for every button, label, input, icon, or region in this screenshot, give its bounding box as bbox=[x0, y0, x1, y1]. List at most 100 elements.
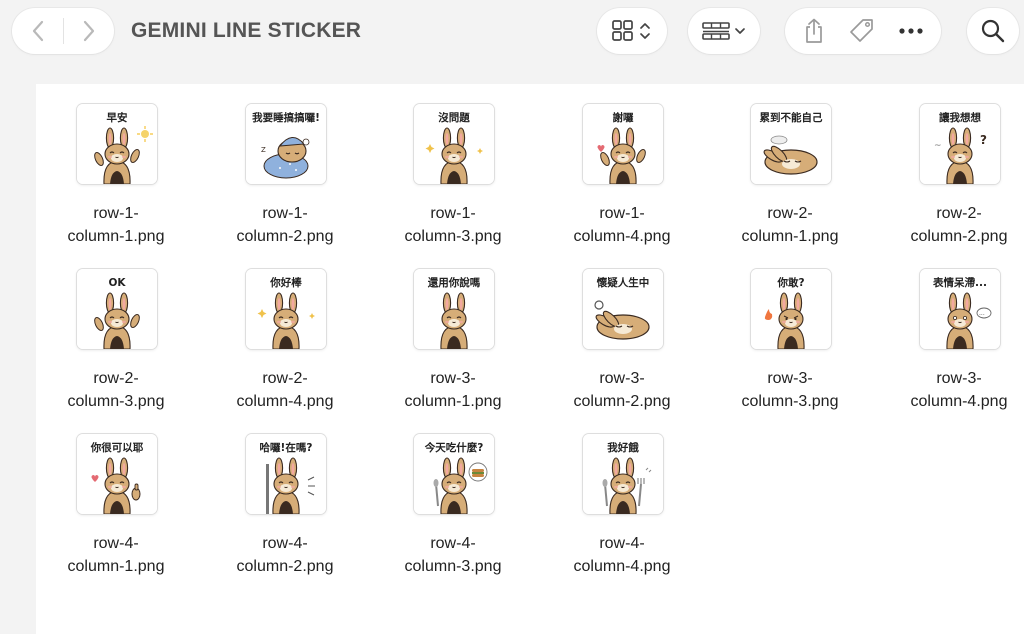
sticker-image: 沒問題 bbox=[414, 104, 494, 184]
sticker-caption: 你好棒 bbox=[269, 276, 302, 289]
sticker-caption: 讓我想想 bbox=[939, 111, 981, 124]
sticker-thumbnail[interactable]: ? ~ 讓我想想 bbox=[920, 104, 1000, 184]
view-mode-button[interactable] bbox=[597, 8, 667, 54]
file-name-line-2: column-4.png bbox=[236, 393, 334, 410]
sticker-image: ? ~ 讓我想想 bbox=[920, 104, 1000, 184]
sticker-image: 謝囉 bbox=[583, 104, 663, 184]
chevron-left-icon bbox=[32, 20, 43, 42]
sticker-thumbnail[interactable]: 沒問題 bbox=[414, 104, 494, 184]
search-icon bbox=[981, 19, 1005, 43]
file-name-line-1: row-1- bbox=[599, 205, 645, 222]
file-name-line-1: row-2- bbox=[262, 370, 308, 387]
file-name: row-1- column-1.png bbox=[36, 202, 196, 248]
sticker-caption: 還用你說嗎 bbox=[428, 276, 481, 289]
file-item[interactable]: 謝囉 row-1- column-4.png bbox=[542, 84, 702, 245]
sticker-thumbnail[interactable]: 謝囉 bbox=[583, 104, 663, 184]
sticker-thumbnail[interactable]: 哈囉!在嗎? bbox=[246, 434, 326, 514]
file-name: row-3- column-3.png bbox=[710, 367, 870, 413]
file-name-line-2: column-4.png bbox=[573, 558, 671, 575]
file-name-line-1: row-3- bbox=[936, 370, 982, 387]
file-item[interactable]: OK row-2- column-3.png bbox=[36, 249, 196, 410]
sticker-image: 你敢? bbox=[751, 269, 831, 349]
file-name: row-3- column-2.png bbox=[542, 367, 702, 413]
file-name-line-1: row-3- bbox=[599, 370, 645, 387]
sticker-caption: 今天吃什麼? bbox=[424, 441, 484, 454]
forward-button[interactable] bbox=[64, 8, 114, 54]
file-name: row-1- column-4.png bbox=[542, 202, 702, 248]
sticker-image: 今天吃什麼? bbox=[414, 434, 494, 514]
file-name: row-2- column-2.png bbox=[879, 202, 1024, 248]
sticker-image: 累到不能自己 bbox=[751, 104, 831, 184]
file-item[interactable]: 你敢? row-3- column-3.png bbox=[710, 249, 870, 410]
sticker-thumbnail[interactable]: 累到不能自己 bbox=[751, 104, 831, 184]
file-item[interactable]: 哈囉!在嗎? row-4- column-2.png bbox=[205, 414, 365, 575]
svg-text:?: ? bbox=[980, 133, 987, 147]
file-name: row-4- column-2.png bbox=[205, 532, 365, 578]
sticker-caption: 沒問題 bbox=[438, 111, 470, 124]
sticker-thumbnail[interactable]: 懷疑人生中 bbox=[583, 269, 663, 349]
file-item[interactable]: 早安 row-1- column-1.png bbox=[36, 84, 196, 245]
file-name: row-1- column-2.png bbox=[205, 202, 365, 248]
file-item[interactable]: 今天吃什麼? row-4- column-3.png bbox=[373, 414, 533, 575]
file-item[interactable]: 還用你說嗎 row-3- column-1.png bbox=[373, 249, 533, 410]
sticker-thumbnail[interactable]: OK bbox=[77, 269, 157, 349]
group-by-button[interactable] bbox=[688, 8, 760, 54]
file-name-line-2: column-2.png bbox=[910, 228, 1008, 245]
sticker-image: Z 我要睡搞搞囉! bbox=[246, 104, 326, 184]
search-button[interactable] bbox=[967, 8, 1019, 54]
sticker-thumbnail[interactable]: 我好餓 bbox=[583, 434, 663, 514]
file-name-line-1: row-1- bbox=[93, 205, 139, 222]
file-item[interactable]: 你很可以耶 row-4- column-1.png bbox=[36, 414, 196, 575]
file-name-line-2: column-1.png bbox=[404, 393, 502, 410]
icon-grid-view-icon bbox=[612, 20, 650, 41]
sticker-thumbnail[interactable]: 今天吃什麼? bbox=[414, 434, 494, 514]
sticker-caption: 我要睡搞搞囉! bbox=[252, 111, 320, 124]
sticker-image: 早安 bbox=[77, 104, 157, 184]
sticker-caption: 你很可以耶 bbox=[90, 441, 144, 454]
file-name-line-2: column-1.png bbox=[67, 558, 165, 575]
sticker-caption: 我好餓 bbox=[607, 441, 639, 454]
file-name-line-2: column-3.png bbox=[67, 393, 165, 410]
sticker-image: 你好棒 bbox=[246, 269, 326, 349]
navigation-controls bbox=[12, 8, 114, 54]
sticker-thumbnail[interactable]: Z 我要睡搞搞囉! bbox=[246, 104, 326, 184]
file-name-line-1: row-1- bbox=[262, 205, 308, 222]
file-name: row-4- column-1.png bbox=[36, 532, 196, 578]
file-name: row-3- column-1.png bbox=[373, 367, 533, 413]
file-name-line-2: column-2.png bbox=[236, 228, 334, 245]
actions-group bbox=[785, 8, 941, 54]
sticker-caption: 你敢? bbox=[776, 276, 804, 289]
file-item[interactable]: Z 我要睡搞搞囉! row-1- column-2.png bbox=[205, 84, 365, 245]
file-item[interactable]: ... 表情呆滯... row-3- column-4.png bbox=[879, 249, 1024, 410]
sticker-image: 還用你說嗎 bbox=[414, 269, 494, 349]
file-item[interactable]: ? ~ 讓我想想 row-2- column-2.png bbox=[879, 84, 1024, 245]
file-item[interactable]: 懷疑人生中 row-3- column-2.png bbox=[542, 249, 702, 410]
tags-button[interactable] bbox=[848, 17, 876, 45]
sticker-thumbnail[interactable]: 你很可以耶 bbox=[77, 434, 157, 514]
sticker-thumbnail[interactable]: 你好棒 bbox=[246, 269, 326, 349]
sticker-caption: 累到不能自己 bbox=[760, 111, 823, 124]
more-actions-button[interactable] bbox=[898, 27, 924, 35]
file-item[interactable]: 你好棒 row-2- column-4.png bbox=[205, 249, 365, 410]
sticker-thumbnail[interactable]: 還用你說嗎 bbox=[414, 269, 494, 349]
sticker-image: 你很可以耶 bbox=[77, 434, 157, 514]
file-name-line-2: column-3.png bbox=[741, 393, 839, 410]
file-name-line-2: column-1.png bbox=[741, 228, 839, 245]
file-item[interactable]: 累到不能自己 row-2- column-1.png bbox=[710, 84, 870, 245]
share-button[interactable] bbox=[802, 18, 826, 44]
sticker-caption: 謝囉 bbox=[613, 111, 634, 124]
file-item[interactable]: 我好餓 row-4- column-4.png bbox=[542, 414, 702, 575]
sticker-thumbnail[interactable]: 你敢? bbox=[751, 269, 831, 349]
back-button[interactable] bbox=[13, 8, 63, 54]
file-name: row-1- column-3.png bbox=[373, 202, 533, 248]
file-item[interactable]: 沒問題 row-1- column-3.png bbox=[373, 84, 533, 245]
sticker-caption: OK bbox=[108, 277, 126, 289]
file-name-line-1: row-2- bbox=[93, 370, 139, 387]
file-name-line-1: row-3- bbox=[430, 370, 476, 387]
sticker-thumbnail[interactable]: ... 表情呆滯... bbox=[920, 269, 1000, 349]
sticker-caption: 懷疑人生中 bbox=[596, 276, 650, 289]
sticker-thumbnail[interactable]: 早安 bbox=[77, 104, 157, 184]
file-name-line-2: column-4.png bbox=[910, 393, 1008, 410]
file-name: row-2- column-4.png bbox=[205, 367, 365, 413]
file-name-line-2: column-3.png bbox=[404, 228, 502, 245]
